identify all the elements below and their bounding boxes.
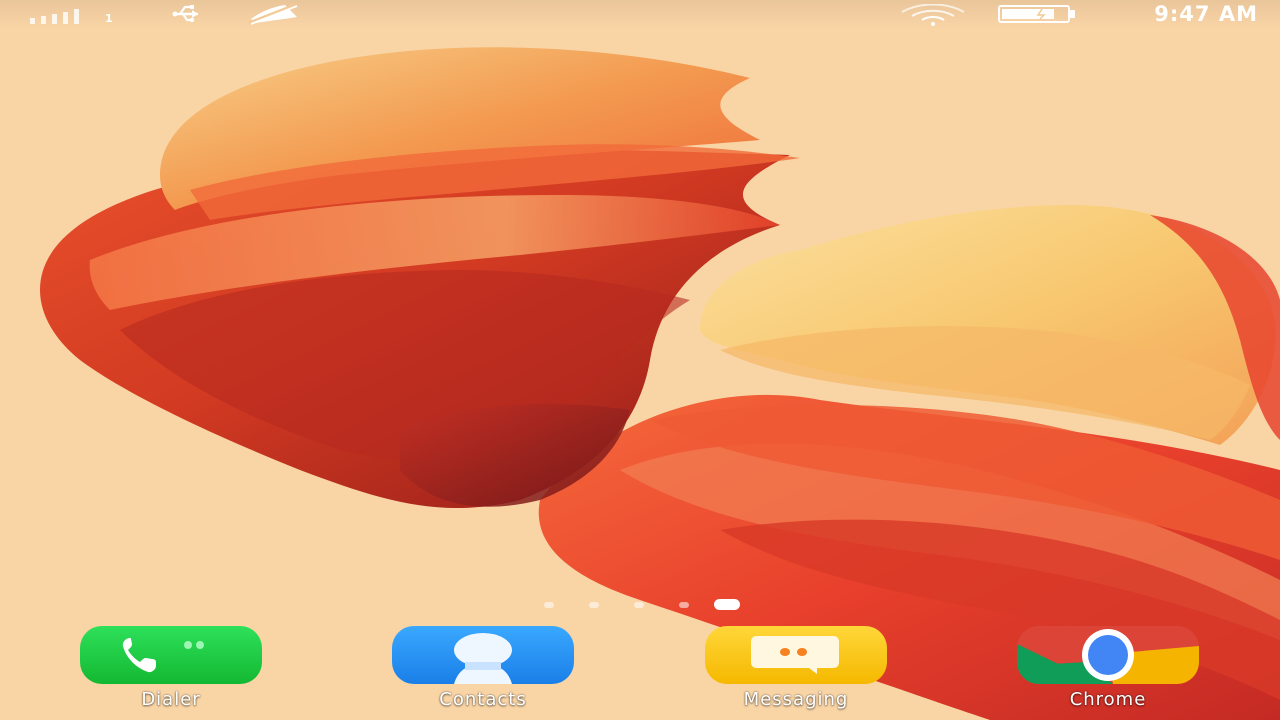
wallpaper-image: [40, 47, 1280, 720]
signal-icon: [30, 9, 79, 24]
page-dot-5-active[interactable]: [714, 599, 740, 610]
usb-icon: [172, 5, 198, 23]
chrome-icon[interactable]: [1017, 626, 1199, 684]
battery-icon: [998, 5, 1075, 23]
page-dot-2[interactable]: [589, 602, 599, 608]
page-dot-3[interactable]: [634, 602, 644, 608]
contact-icon[interactable]: [392, 626, 574, 684]
dock-app-messaging[interactable]: Messaging: [696, 626, 896, 720]
status-bar: 1 9:47 AM: [0, 0, 1280, 30]
wifi-icon: [901, 4, 965, 26]
app-label-chrome: Chrome: [1069, 689, 1147, 710]
clock-time: 9:47 AM: [1154, 2, 1258, 26]
dock-app-chrome[interactable]: Chrome: [1008, 626, 1208, 720]
page-dot-4[interactable]: [679, 602, 689, 608]
sim-slot-number: 1: [105, 12, 113, 25]
app-label-messaging: Messaging: [743, 689, 849, 710]
dock-app-contacts[interactable]: Contacts: [383, 626, 583, 720]
page-indicator[interactable]: [540, 598, 750, 612]
page-dot-1[interactable]: [544, 602, 554, 608]
app-label-dialer: Dialer: [141, 689, 201, 710]
notification-muted-icon: [248, 3, 298, 25]
home-screen[interactable]: 1 9:47 AM Dialer Contacts Messaging Chro…: [0, 0, 1280, 720]
message-icon[interactable]: [705, 626, 887, 684]
dock-app-dialer[interactable]: Dialer: [71, 626, 271, 720]
phone-icon[interactable]: [80, 626, 262, 684]
app-label-contacts: Contacts: [439, 689, 527, 710]
